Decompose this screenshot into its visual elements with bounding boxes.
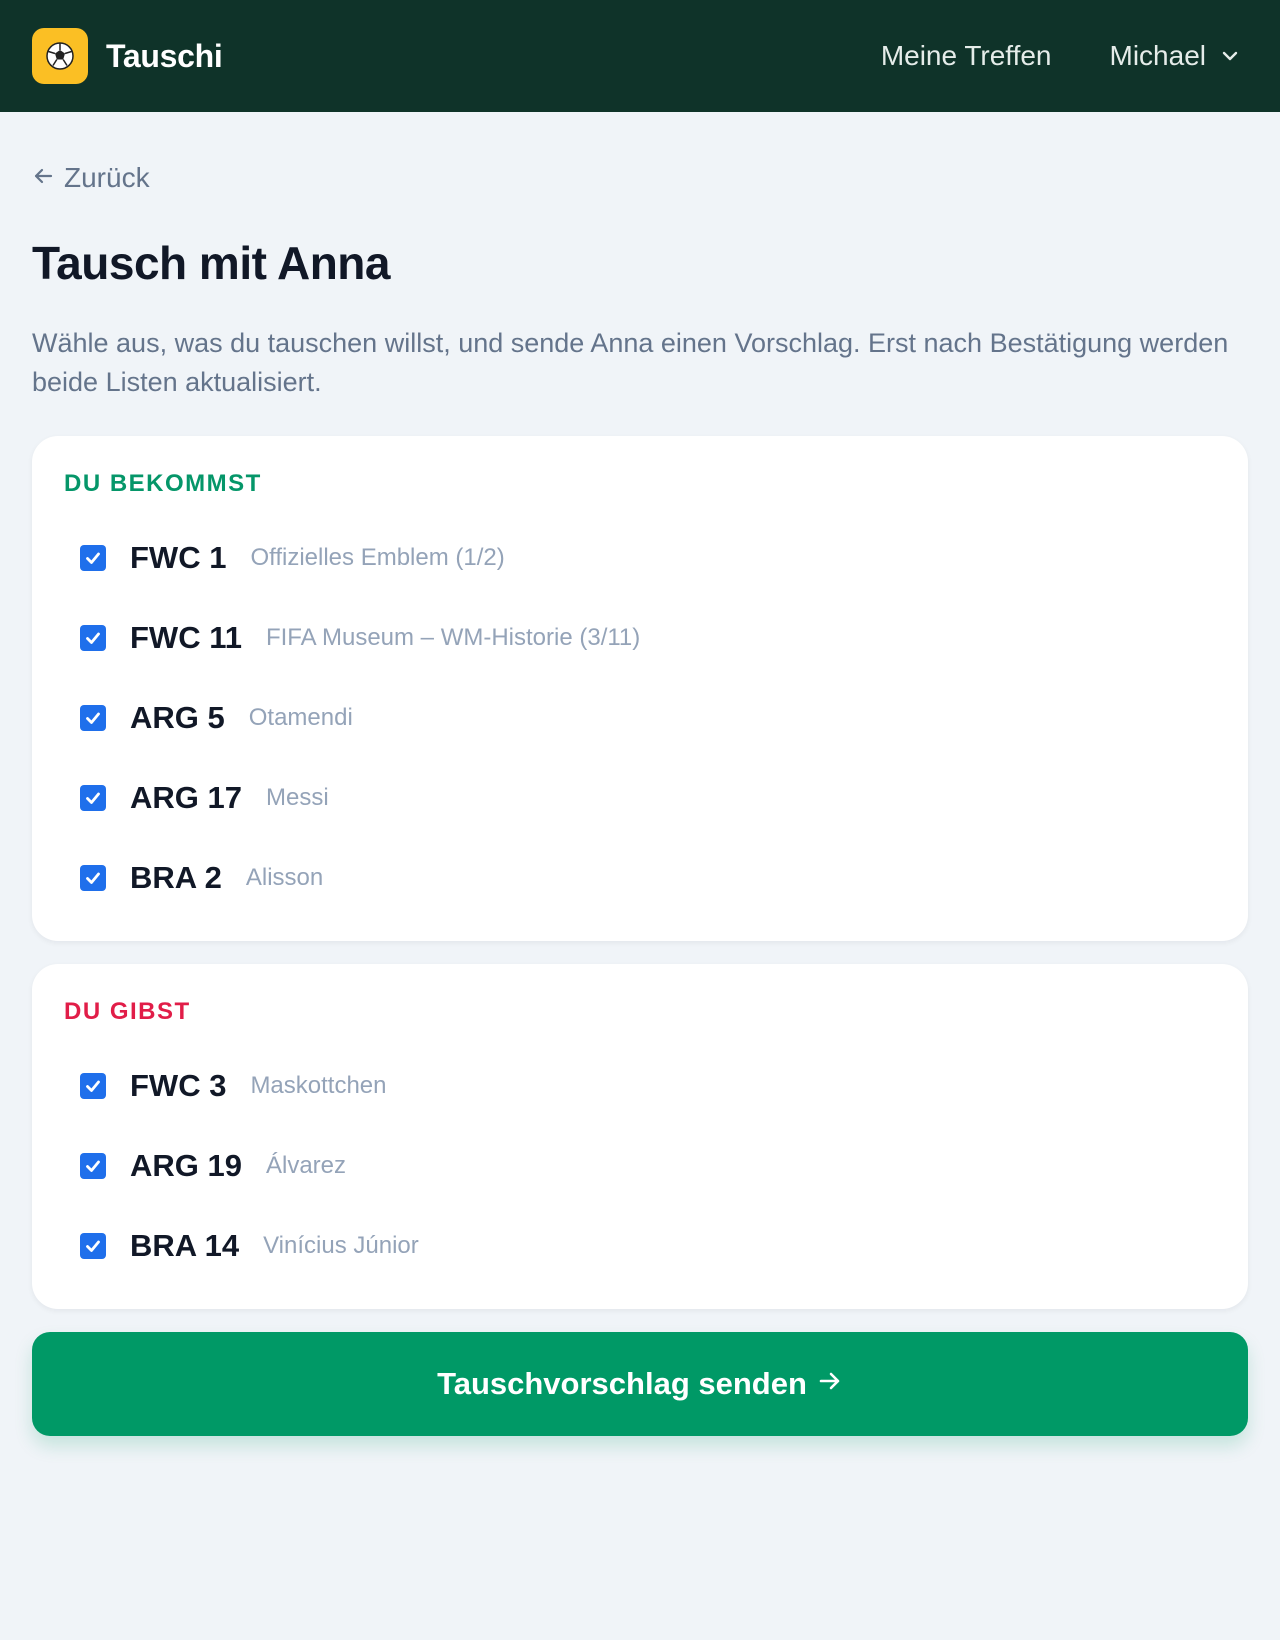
back-link[interactable]: Zurück [32,162,150,194]
page-description: Wähle aus, was du tauschen willst, und s… [32,328,1229,397]
user-menu[interactable]: Michael [1110,40,1240,72]
sticker-code: BRA 14 [130,1228,240,1263]
receive-item[interactable]: FWC 1 Offizielles Emblem (1/2) [64,518,1216,598]
sticker-code: ARG 5 [130,700,225,735]
give-item[interactable]: BRA 14 Vinícius Júnior [64,1206,1216,1286]
sticker-code: ARG 19 [130,1148,242,1183]
sticker-name: Messi [265,784,329,811]
sticker-code: FWC 1 [130,540,227,575]
receive-heading: DU BEKOMMST [64,470,262,497]
main-content: Zurück Tausch mit Anna Wähle aus, was du… [0,112,1280,1436]
receive-item[interactable]: ARG 17 Messi [64,758,1216,838]
sticker-code: FWC 3 [130,1068,227,1103]
sticker-name: Álvarez [265,1152,347,1179]
arrow-left-icon [32,162,54,194]
brand[interactable]: Tauschi [32,28,223,84]
checkbox-checked-icon[interactable] [80,1233,106,1259]
back-label: Zurück [64,162,150,193]
checkbox-checked-icon[interactable] [80,865,106,891]
main-nav: Meine Treffen Michael [881,40,1248,72]
top-navbar: Tauschi Meine Treffen Michael [0,0,1280,112]
sticker-name: FIFA Museum – WM-Historie (3/11) [265,624,641,651]
checkbox-checked-icon[interactable] [80,1153,106,1179]
checkbox-checked-icon[interactable] [80,625,106,651]
give-card: DU GIBST FWC 3 Maskottchen ARG 19 Álvare… [32,964,1248,1309]
checkbox-checked-icon[interactable] [80,785,106,811]
sticker-name: Alisson [245,864,324,891]
sticker-name: Maskottchen [250,1072,387,1099]
user-name: Michael [1109,40,1206,71]
send-proposal-label: Tauschvorschlag senden [437,1366,807,1401]
receive-item[interactable]: BRA 2 Alisson [64,838,1216,918]
give-item[interactable]: FWC 3 Maskottchen [64,1046,1216,1126]
chevron-down-icon [1220,46,1240,66]
receive-list: FWC 1 Offizielles Emblem (1/2) FWC 11 FI… [64,518,1216,918]
arrow-right-icon [817,1366,843,1402]
receive-card: DU BEKOMMST FWC 1 Offizielles Emblem (1/… [32,436,1248,941]
sticker-code: BRA 2 [130,860,222,895]
sticker-name: Offizielles Emblem (1/2) [250,544,505,571]
app-name: Tauschi [106,37,223,74]
sticker-name: Vinícius Júnior [263,1232,419,1259]
checkbox-checked-icon[interactable] [80,545,106,571]
send-proposal-button[interactable]: Tauschvorschlag senden [32,1332,1248,1436]
give-item[interactable]: ARG 19 Álvarez [64,1126,1216,1206]
sticker-name: Otamendi [248,704,353,731]
nav-meine-treffen[interactable]: Meine Treffen [881,40,1052,72]
checkbox-checked-icon[interactable] [80,705,106,731]
sticker-code: FWC 11 [130,620,242,655]
give-heading: DU GIBST [64,998,191,1025]
give-list: FWC 3 Maskottchen ARG 19 Álvarez BRA 14 … [64,1046,1216,1286]
page-title: Tausch mit Anna [32,237,390,289]
receive-item[interactable]: FWC 11 FIFA Museum – WM-Historie (3/11) [64,598,1216,678]
sticker-code: ARG 17 [130,780,242,815]
receive-item[interactable]: ARG 5 Otamendi [64,678,1216,758]
checkbox-checked-icon[interactable] [80,1073,106,1099]
soccer-ball-icon [32,28,88,84]
